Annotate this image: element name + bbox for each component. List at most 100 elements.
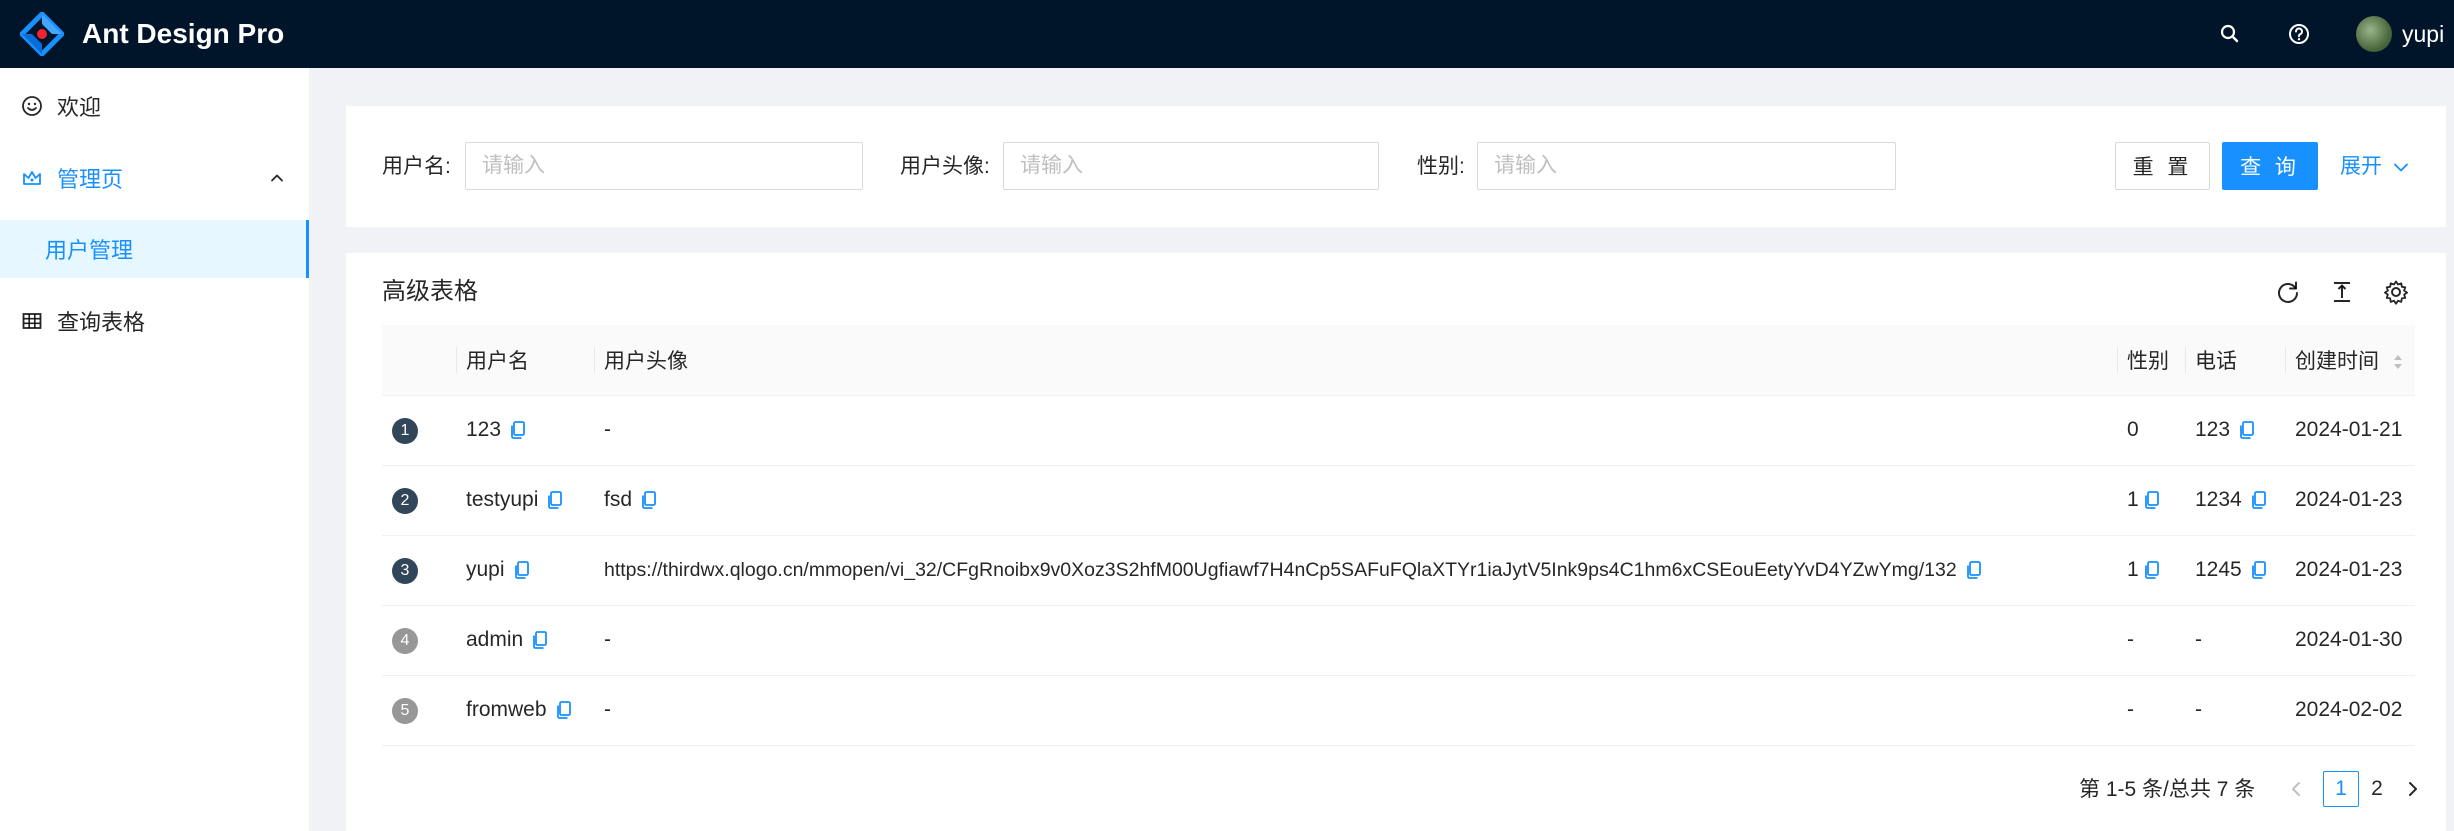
- sidebar-item-user-management[interactable]: 用户管理: [0, 220, 309, 278]
- copy-icon[interactable]: [531, 630, 549, 650]
- column-header-username: 用户名: [456, 325, 594, 396]
- row-index-badge: 3: [392, 557, 418, 584]
- created-cell: 2024-01-21: [2295, 418, 2403, 441]
- avatar-input[interactable]: [1003, 142, 1379, 190]
- table-row: 4 admin - - - 2024-01-30: [382, 605, 2415, 676]
- copy-icon[interactable]: [546, 490, 564, 510]
- gender-cell: 0: [2127, 418, 2139, 441]
- avatar-cell: https://thirdwx.qlogo.cn/mmopen/vi_32/CF…: [604, 558, 1957, 581]
- setting-icon[interactable]: [2381, 277, 2411, 307]
- table-row: 5 fromweb - - - 2024-02-02: [382, 675, 2415, 746]
- username-cell: 123: [466, 418, 502, 441]
- copy-icon[interactable]: [1965, 560, 1983, 580]
- table-header-row: 用户名 用户头像 性别 电话 创建时间: [382, 325, 2415, 396]
- page-item-2[interactable]: 2: [2359, 771, 2395, 807]
- question-circle-icon[interactable]: [2285, 20, 2313, 48]
- row-index-badge: 5: [392, 697, 418, 724]
- top-header: Ant Design Pro yupi: [0, 0, 2454, 68]
- column-header-avatar: 用户头像: [594, 325, 2117, 396]
- expand-label: 展开: [2340, 155, 2382, 178]
- avatar-cell: -: [604, 698, 611, 721]
- created-cell: 2024-02-02: [2295, 698, 2403, 721]
- username-cell: admin: [466, 628, 524, 651]
- column-header-gender: 性别: [2117, 325, 2185, 396]
- copy-icon[interactable]: [2250, 560, 2268, 580]
- chevron-left-icon[interactable]: [2282, 775, 2310, 803]
- sidebar: 欢迎 管理页 用户管理 查询表格: [0, 68, 309, 831]
- row-index-badge: 2: [392, 487, 418, 514]
- sidebar-item-welcome[interactable]: 欢迎: [0, 77, 309, 135]
- search-icon[interactable]: [2216, 20, 2244, 48]
- phone-cell: -: [2195, 698, 2202, 721]
- copy-icon[interactable]: [2143, 490, 2161, 510]
- table-row: 1 123 - 0 123 2024-01-21: [382, 395, 2415, 466]
- gender-label: 性别:: [1417, 155, 1465, 178]
- smile-icon: [22, 96, 42, 116]
- username-input[interactable]: [465, 142, 863, 190]
- table-row: 2 testyupi fsd 1 1234 2024-01-23: [382, 465, 2415, 536]
- table-icon: [22, 313, 42, 329]
- chevron-right-icon[interactable]: [2399, 775, 2427, 803]
- query-button[interactable]: 查 询: [2222, 142, 2318, 190]
- copy-icon[interactable]: [2143, 560, 2161, 580]
- username-cell: fromweb: [466, 698, 547, 721]
- username-label: 用户名:: [382, 155, 451, 178]
- phone-cell: 1234: [2195, 488, 2242, 511]
- avatar-cell: fsd: [604, 488, 633, 511]
- copy-icon[interactable]: [2250, 490, 2268, 510]
- ant-design-logo-icon[interactable]: [20, 12, 64, 56]
- sort-icon[interactable]: [2393, 353, 2403, 371]
- sidebar-item-admin[interactable]: 管理页: [0, 149, 309, 207]
- reset-button[interactable]: 重 置: [2115, 142, 2210, 190]
- app-title[interactable]: Ant Design Pro: [82, 17, 284, 51]
- gender-cell: -: [2127, 628, 2134, 651]
- reload-icon[interactable]: [2273, 277, 2303, 307]
- pagination-total: 第 1-5 条/总共 7 条: [2079, 778, 2256, 801]
- sidebar-item-label: 查询表格: [57, 310, 146, 335]
- copy-icon[interactable]: [555, 700, 573, 720]
- search-form: 用户名: 用户头像: 性别: 重 置 查 询 展开: [346, 106, 2446, 227]
- column-header-phone: 电话: [2185, 325, 2285, 396]
- username-cell: yupi: [466, 558, 505, 581]
- sidebar-item-label: 欢迎: [57, 95, 102, 120]
- column-header-created-label: 创建时间: [2295, 349, 2379, 373]
- gender-input[interactable]: [1477, 142, 1896, 190]
- gender-cell: 1: [2127, 558, 2139, 581]
- table-row: 3 yupi https://thirdwx.qlogo.cn/mmopen/v…: [382, 535, 2415, 606]
- gender-cell: 1: [2127, 488, 2139, 511]
- copy-icon[interactable]: [509, 420, 527, 440]
- sidebar-item-label: 用户管理: [45, 238, 134, 263]
- page-item-1[interactable]: 1: [2323, 771, 2359, 807]
- sidebar-item-query-table[interactable]: 查询表格: [0, 292, 309, 350]
- column-height-icon[interactable]: [2327, 277, 2357, 307]
- crown-icon: [23, 171, 41, 185]
- phone-cell: -: [2195, 628, 2202, 651]
- pagination: 第 1-5 条/总共 7 条 1 2: [346, 771, 2446, 807]
- row-index-badge: 4: [392, 627, 418, 654]
- user-table: 用户名 用户头像 性别 电话 创建时间 1 123 - 0 123 2024-0…: [382, 325, 2415, 746]
- avatar[interactable]: [2356, 16, 2392, 52]
- column-header-index: [382, 325, 456, 396]
- username-cell: testyupi: [466, 488, 539, 511]
- created-cell: 2024-01-23: [2295, 558, 2403, 581]
- expand-link[interactable]: 展开: [2340, 153, 2410, 181]
- phone-cell: 123: [2195, 418, 2231, 441]
- avatar-cell: -: [604, 628, 611, 651]
- row-index-badge: 1: [392, 417, 418, 444]
- gender-cell: -: [2127, 698, 2134, 721]
- table-card: 高级表格 用户名 用户头像 性别 电话 创建时间 1 123 - 0 123 2…: [346, 253, 2446, 831]
- copy-icon[interactable]: [640, 490, 658, 510]
- column-header-created[interactable]: 创建时间: [2285, 325, 2415, 396]
- copy-icon[interactable]: [2238, 420, 2256, 440]
- copy-icon[interactable]: [513, 560, 531, 580]
- chevron-up-icon: [271, 174, 283, 182]
- table-title: 高级表格: [382, 278, 478, 305]
- user-name[interactable]: yupi: [2402, 20, 2444, 48]
- created-cell: 2024-01-30: [2295, 628, 2403, 651]
- created-cell: 2024-01-23: [2295, 488, 2403, 511]
- avatar-label: 用户头像:: [900, 155, 990, 178]
- chevron-down-icon: [2394, 163, 2408, 172]
- phone-cell: 1245: [2195, 558, 2242, 581]
- sidebar-item-label: 管理页: [57, 167, 124, 192]
- avatar-cell: -: [604, 418, 611, 441]
